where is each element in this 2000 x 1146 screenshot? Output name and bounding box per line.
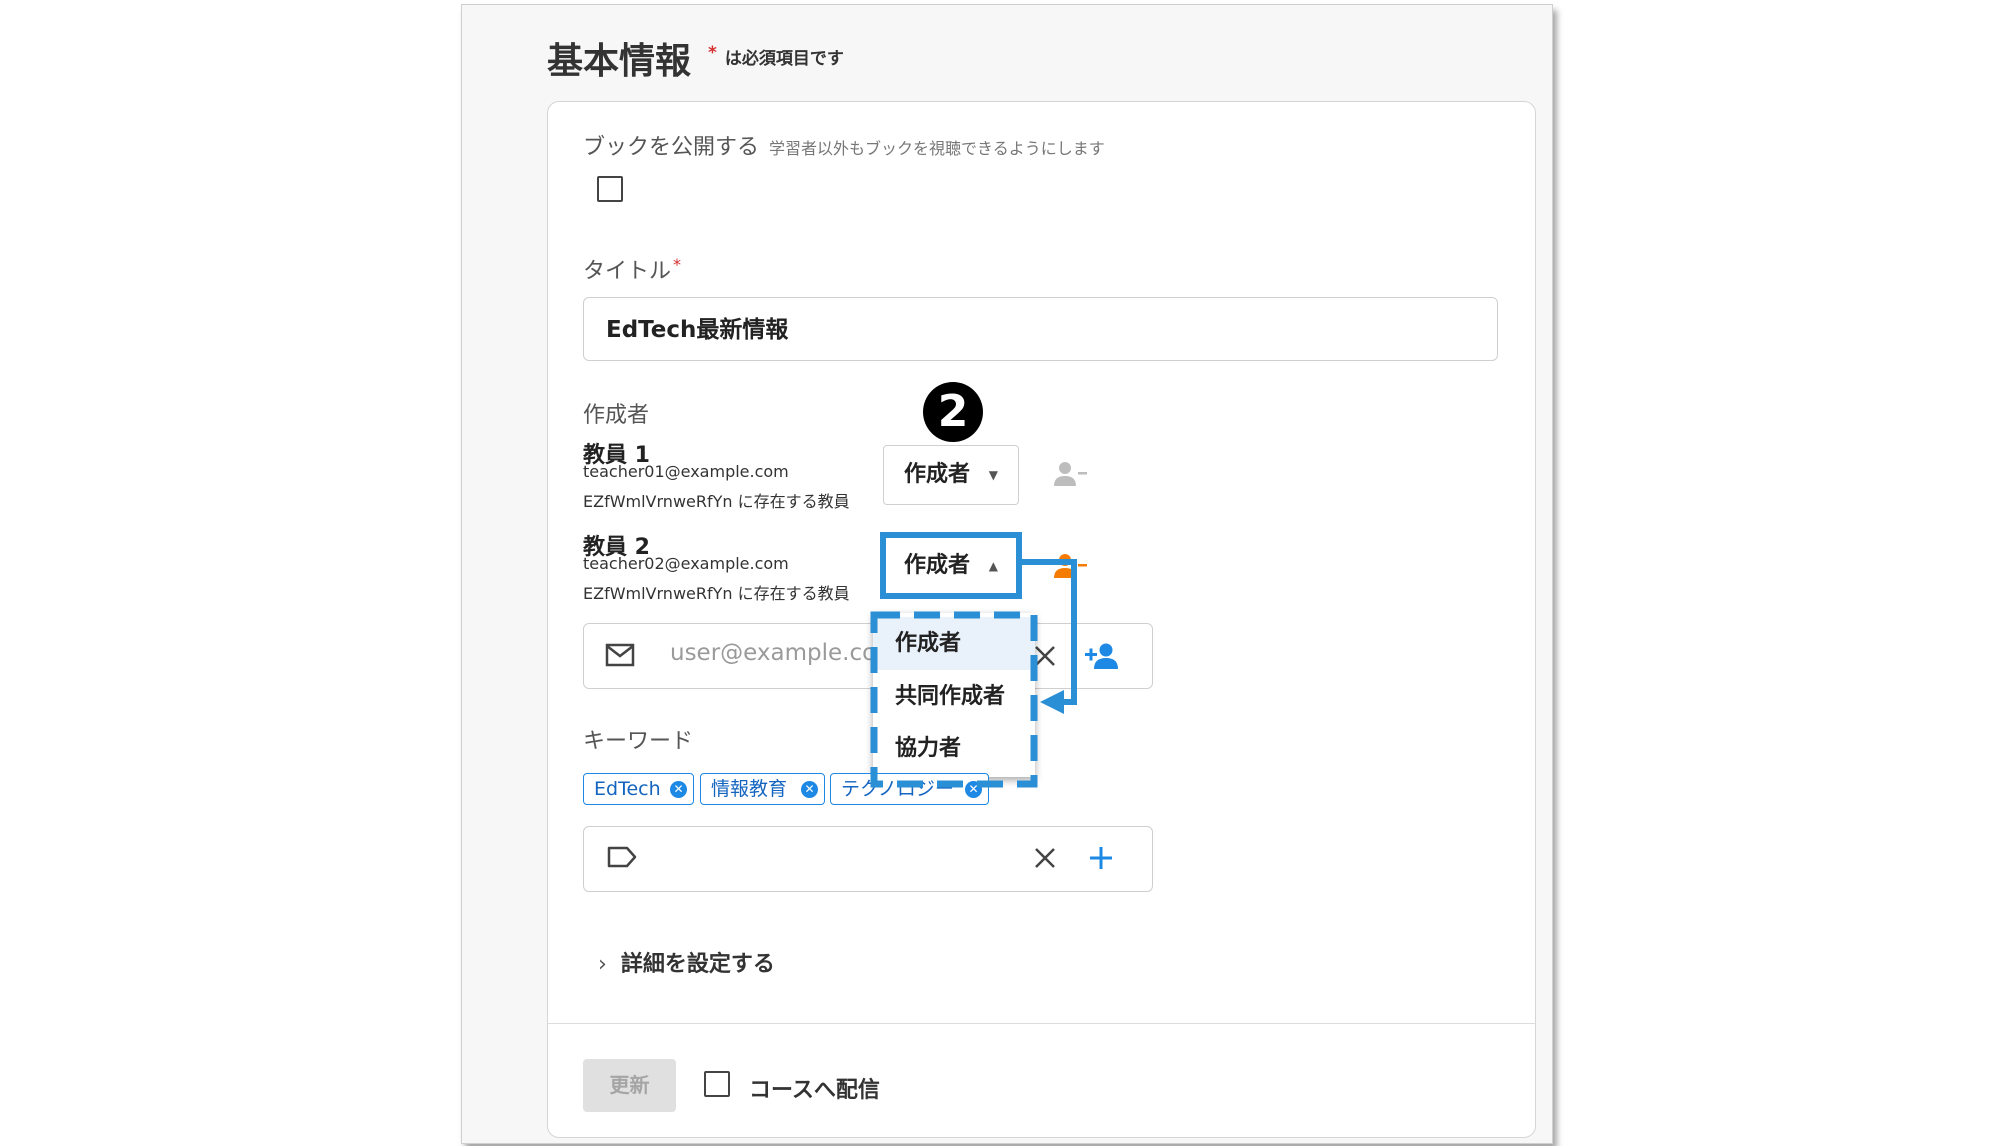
annotation-overlay	[870, 532, 1077, 788]
